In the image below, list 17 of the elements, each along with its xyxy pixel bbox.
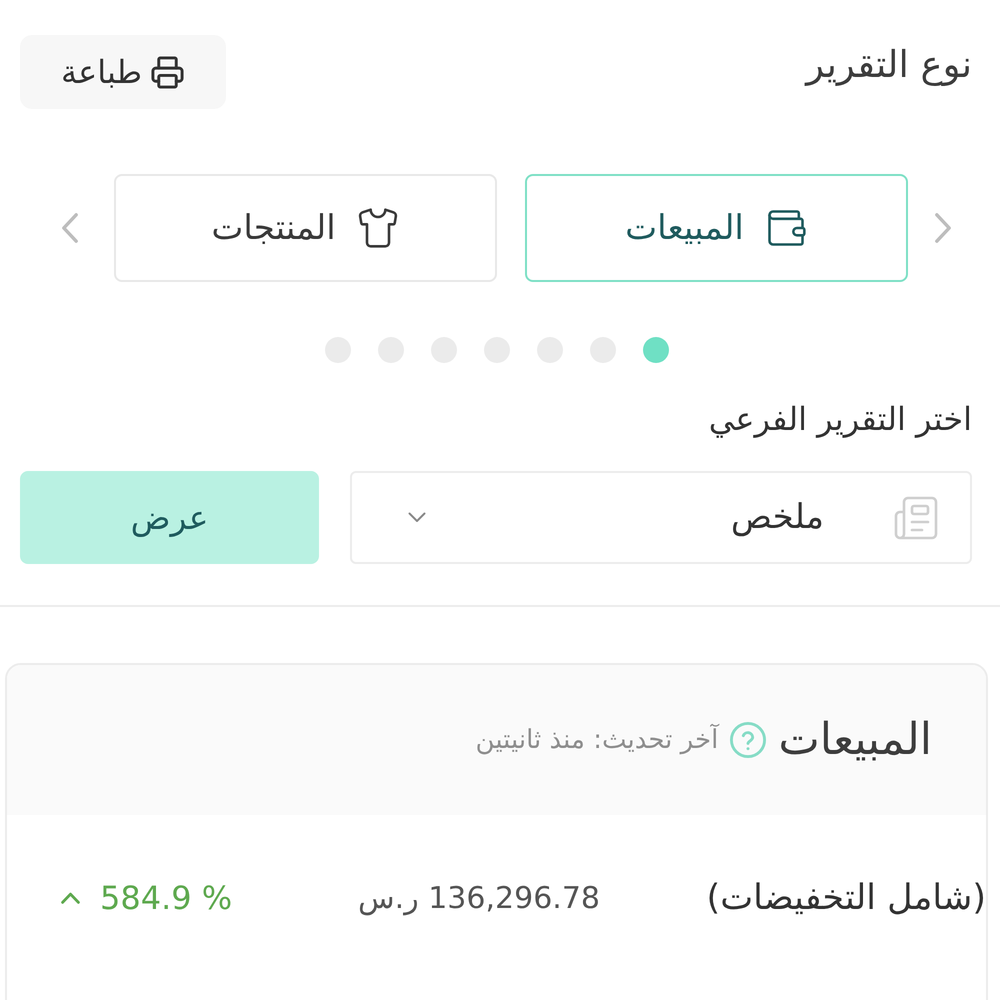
change-percent: 584.9 % [100, 878, 232, 919]
report-type-card[interactable]: المنتجات [114, 174, 497, 282]
help-icon[interactable] [730, 722, 766, 758]
chevron-left-icon [61, 212, 79, 244]
sales-amount: 136,296.78 ر.س [358, 880, 600, 916]
row-label: (شامل التخفيضات) [706, 878, 986, 918]
chevron-right-icon [934, 212, 952, 244]
subreport-label: اختر التقرير الفرعي [708, 400, 972, 438]
print-button[interactable]: طباعة [20, 35, 226, 109]
printer-icon [150, 54, 186, 90]
subreport-dropdown[interactable]: ملخص [350, 471, 972, 564]
document-icon [892, 494, 940, 542]
view-button[interactable]: عرض [20, 471, 319, 564]
chevron-down-icon [408, 512, 426, 523]
card-title: المبيعات [778, 713, 932, 767]
last-updated-text: آخر تحديث: منذ ثانيتين [476, 722, 718, 756]
report-type-card[interactable]: المبيعات [525, 174, 908, 282]
